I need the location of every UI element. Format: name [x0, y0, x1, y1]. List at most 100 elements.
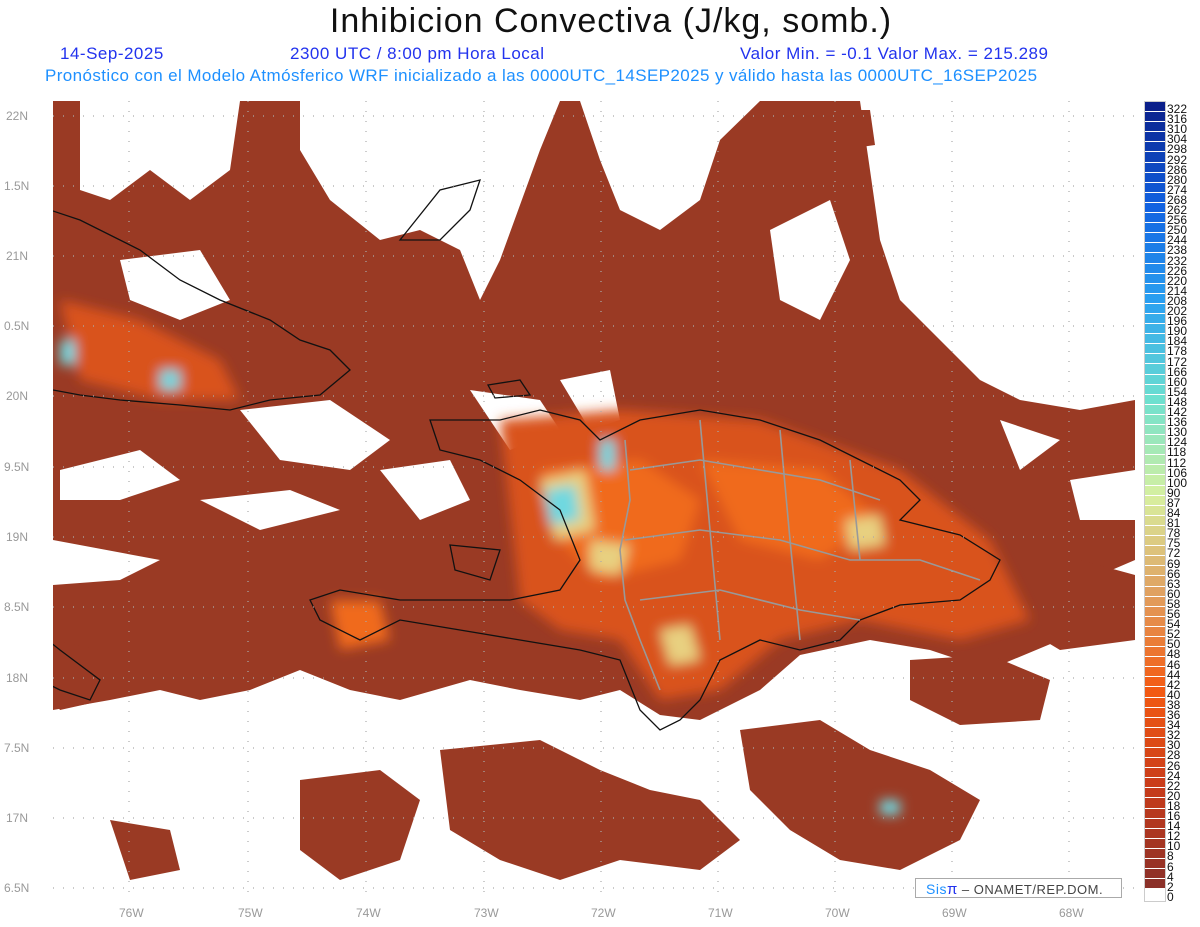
colorbar-swatch [1145, 485, 1165, 496]
lat-tick-label: 0.5N [4, 319, 30, 333]
colorbar-swatch [1145, 657, 1165, 668]
colorbar-swatch [1145, 677, 1165, 688]
colorbar-swatch [1145, 556, 1165, 567]
lon-tick-label: 72W [591, 906, 616, 920]
colorbar-swatch [1145, 192, 1165, 203]
colorbar-swatch [1145, 202, 1165, 214]
colorbar-swatch [1145, 616, 1165, 627]
colorbar-swatch [1145, 162, 1165, 173]
colorbar-swatch [1145, 848, 1165, 860]
colorbar-swatch [1145, 687, 1165, 698]
colorbar-swatch [1145, 647, 1165, 658]
colorbar-swatch [1145, 768, 1165, 779]
colorbar-swatch [1145, 525, 1165, 537]
colorbar-swatch [1145, 344, 1165, 355]
colorbar-swatch [1145, 536, 1165, 547]
colorbar-swatch [1145, 636, 1165, 648]
colorbar-swatch [1145, 394, 1165, 405]
colorbar-swatch [1145, 707, 1165, 718]
colorbar-swatch [1145, 748, 1165, 759]
colorbar-swatch [1145, 667, 1165, 678]
colorbar-swatch [1145, 112, 1165, 123]
colorbar-swatch-zero [1145, 889, 1165, 902]
lat-tick-label: 6.5N [4, 881, 30, 895]
colorbar-swatch [1145, 132, 1165, 143]
lon-tick-label: 68W [1059, 906, 1084, 920]
colorbar-swatch [1145, 313, 1165, 325]
colorbar-swatch [1145, 243, 1165, 254]
lon-tick-label: 70W [825, 906, 850, 920]
colorbar-swatch [1145, 697, 1165, 708]
logo-pi: π [946, 881, 958, 898]
colorbar-swatch [1145, 596, 1165, 607]
lat-tick-label: 21N [5, 249, 28, 263]
colorbar-swatch [1145, 869, 1165, 880]
colorbar-swatch [1145, 435, 1165, 446]
colorbar-swatch [1145, 364, 1165, 375]
colorbar-swatch [1145, 546, 1165, 557]
colorbar-swatch [1145, 626, 1165, 637]
lat-tick-label: 9.5N [4, 460, 30, 474]
colorbar-swatch [1145, 606, 1165, 617]
lon-tick-label: 75W [238, 906, 263, 920]
colorbar-swatch [1145, 515, 1165, 526]
lat-tick-label: 20N [5, 389, 28, 403]
lat-tick-label: 7.5N [4, 741, 30, 755]
lat-tick-label: 17N [5, 811, 28, 825]
colorbar-swatch [1145, 324, 1165, 335]
colorbar-swatch [1145, 293, 1165, 304]
lon-tick-label: 74W [356, 906, 381, 920]
colorbar-swatch [1145, 172, 1165, 183]
colorbar-swatch [1145, 576, 1165, 587]
colorbar-swatch [1145, 727, 1165, 738]
logo-org: – ONAMET/REP.DOM. [957, 882, 1104, 897]
colorbar-swatch [1145, 445, 1165, 456]
colorbar-swatch [1145, 354, 1165, 365]
colorbar-swatch [1145, 263, 1165, 274]
colorbar-swatch [1145, 414, 1165, 425]
logo-brand: Sis [926, 881, 947, 897]
colorbar-swatch [1145, 828, 1165, 839]
colorbar-swatch [1145, 495, 1165, 506]
colorbar-swatch [1145, 717, 1165, 728]
lon-tick-label: 69W [942, 906, 967, 920]
colorbar-swatch [1145, 455, 1165, 466]
colorbar-swatch [1145, 566, 1165, 577]
colorbar-swatch [1145, 465, 1165, 476]
colorbar-swatch [1145, 273, 1165, 284]
colorbar-swatch [1145, 182, 1165, 193]
colorbar-label: 0 [1167, 889, 1174, 904]
colorbar-swatch [1145, 818, 1165, 829]
colorbar-swatch [1145, 808, 1165, 819]
lat-tick-label: 1.5N [4, 179, 30, 193]
colorbar-swatch [1145, 505, 1165, 516]
colorbar-swatch [1145, 404, 1165, 415]
colorbar-swatch [1145, 374, 1165, 385]
colorbar-swatch [1145, 586, 1165, 597]
colorbar-swatch [1145, 859, 1165, 870]
colorbar-swatch [1145, 223, 1165, 234]
weather-map [53, 101, 1135, 901]
colorbar-swatch [1145, 879, 1165, 890]
lat-tick-label: 19N [5, 530, 28, 544]
lon-tick-label: 71W [708, 906, 733, 920]
colorbar-swatch [1145, 737, 1165, 748]
colorbar [1144, 101, 1166, 903]
lat-tick-label: 22N [5, 109, 28, 123]
colorbar-swatch [1145, 253, 1165, 264]
colorbar-swatch [1145, 384, 1165, 395]
colorbar-swatch [1145, 475, 1165, 486]
colorbar-swatch [1145, 788, 1165, 799]
lon-tick-label: 76W [119, 906, 144, 920]
colorbar-swatch [1145, 303, 1165, 314]
colorbar-swatch [1145, 798, 1165, 809]
sispi-onamet-logo: Sisπ – ONAMET/REP.DOM. [915, 878, 1122, 898]
colorbar-swatch [1145, 838, 1165, 849]
lon-tick-label: 73W [474, 906, 499, 920]
colorbar-swatch [1145, 283, 1165, 294]
colorbar-swatch [1145, 233, 1165, 244]
colorbar-swatch [1145, 334, 1165, 345]
colorbar-swatch [1145, 122, 1165, 133]
colorbar-swatch [1145, 142, 1165, 153]
colorbar-swatch [1145, 778, 1165, 789]
